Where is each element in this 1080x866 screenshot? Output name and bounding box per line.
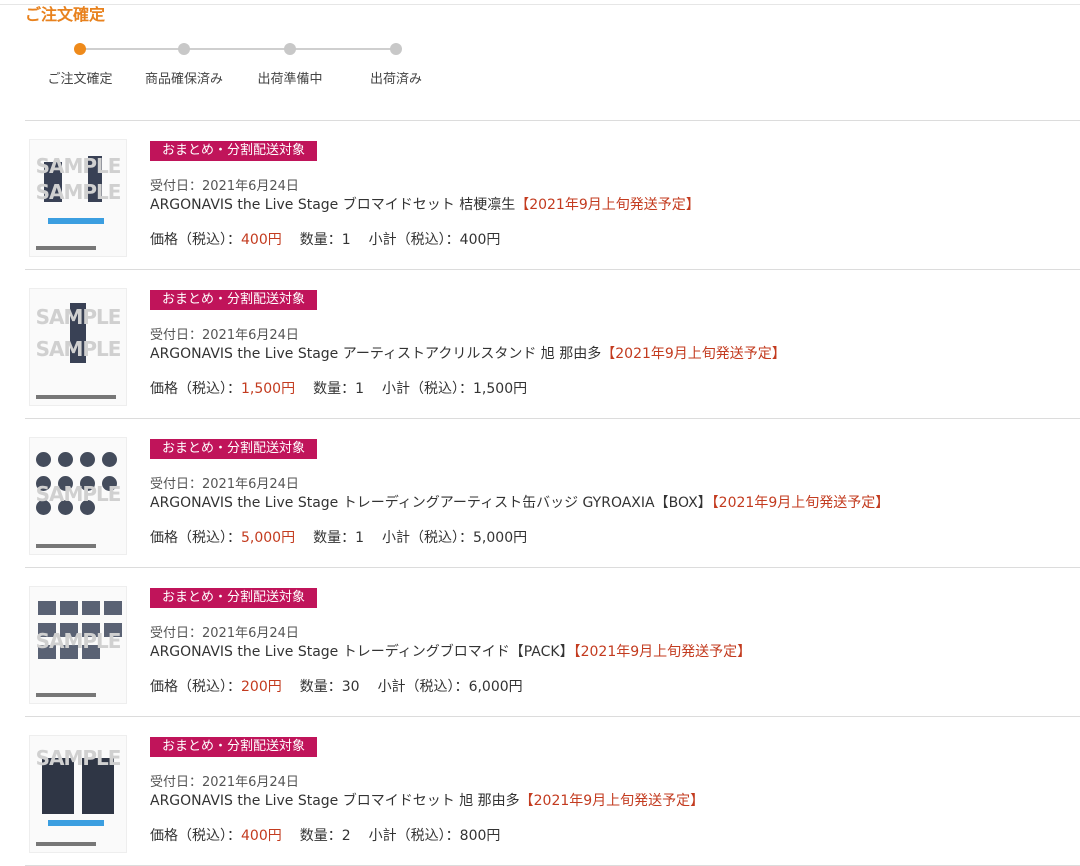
subtotal-value: 6,000円 xyxy=(468,679,523,695)
subtotal-value: 400円 xyxy=(459,232,501,248)
product-name[interactable]: ARGONAVIS the Live Stage アーティストアクリルスタンド … xyxy=(150,343,786,363)
subtotal-label: 小計（税込）： xyxy=(382,381,474,397)
price-label: 価格（税込）： xyxy=(150,530,241,546)
step-label: 出荷準備中 xyxy=(257,72,323,87)
subtotal-value: 800円 xyxy=(459,828,501,844)
price-row: 価格（税込）：5,000円 数量：1 小計（税込）：5,000円 xyxy=(150,527,527,547)
subtotal-value: 1,500円 xyxy=(473,381,528,397)
order-item: SAMPLE SAMPLE おまとめ・分割配送対象 受付日：2021年6月24日… xyxy=(25,120,1080,269)
qty-label: 数量： xyxy=(299,679,342,695)
price-label: 価格（税込）： xyxy=(150,828,241,844)
product-name[interactable]: ARGONAVIS the Live Stage ブロマイドセット 旭 那由多【… xyxy=(150,790,704,810)
qty-value: 1 xyxy=(355,530,365,546)
step-label: ご注文確定 xyxy=(47,72,113,87)
bundle-shipping-badge: おまとめ・分割配送対象 xyxy=(150,290,318,310)
sample-watermark: SAMPLE xyxy=(35,746,122,770)
product-thumbnail[interactable]: SAMPLE xyxy=(29,437,127,555)
order-item: SAMPLE SAMPLE おまとめ・分割配送対象 受付日：2021年6月24日… xyxy=(25,269,1080,418)
product-name[interactable]: ARGONAVIS the Live Stage トレーディングブロマイド【PA… xyxy=(150,641,751,661)
price-label: 価格（税込）： xyxy=(150,679,241,695)
qty-value: 1 xyxy=(355,381,365,397)
product-title[interactable]: ARGONAVIS the Live Stage アーティストアクリルスタンド … xyxy=(150,346,601,362)
product-title[interactable]: ARGONAVIS the Live Stage ブロマイドセット 桔梗凛生 xyxy=(150,197,515,213)
order-item: SAMPLE おまとめ・分割配送対象 受付日：2021年6月24日 ARGONA… xyxy=(25,567,1080,716)
bundle-shipping-badge: おまとめ・分割配送対象 xyxy=(150,141,318,161)
product-title[interactable]: ARGONAVIS the Live Stage トレーディングアーティスト缶バ… xyxy=(150,495,712,511)
price-label: 価格（税込）： xyxy=(150,381,241,397)
price-value: 200円 xyxy=(241,679,282,695)
step-label: 出荷済み xyxy=(369,72,422,87)
subtotal-label: 小計（税込）： xyxy=(368,232,460,248)
qty-label: 数量： xyxy=(299,232,342,248)
price-row: 価格（税込）：400円 数量：2 小計（税込）：800円 xyxy=(150,825,500,845)
order-date: 受付日：2021年6月24日 xyxy=(150,477,299,492)
price-row: 価格（税込）：400円 数量：1 小計（税込）：400円 xyxy=(150,229,500,249)
step-label: 商品確保済み xyxy=(144,72,223,87)
price-row: 価格（税込）：1,500円 数量：1 小計（税込）：1,500円 xyxy=(150,378,527,398)
bundle-shipping-badge: おまとめ・分割配送対象 xyxy=(150,588,318,608)
order-date: 受付日：2021年6月24日 xyxy=(150,775,299,790)
subtotal-label: 小計（税込）： xyxy=(377,679,469,695)
order-date: 受付日：2021年6月24日 xyxy=(150,179,299,194)
subtotal-value: 5,000円 xyxy=(473,530,528,546)
step-shipped: 出荷済み xyxy=(356,40,436,87)
sample-watermark: SAMPLE xyxy=(35,180,122,204)
product-thumbnail[interactable]: SAMPLE xyxy=(29,735,127,853)
top-divider xyxy=(0,4,1080,5)
bundle-shipping-badge: おまとめ・分割配送対象 xyxy=(150,737,318,757)
qty-value: 30 xyxy=(341,679,360,695)
order-item-list: SAMPLE SAMPLE おまとめ・分割配送対象 受付日：2021年6月24日… xyxy=(25,120,1080,866)
step-order-confirmed: ご注文確定 xyxy=(40,40,120,87)
sample-watermark: SAMPLE xyxy=(35,482,122,506)
step-dot xyxy=(390,43,402,55)
shipping-schedule: 【2021年9月上旬発送予定】 xyxy=(601,346,786,362)
shipping-schedule: 【2021年9月上旬発送予定】 xyxy=(711,495,890,511)
subtotal-label: 小計（税込）： xyxy=(382,530,474,546)
qty-value: 1 xyxy=(341,232,351,248)
shipping-schedule: 【2021年9月上旬発送予定】 xyxy=(519,793,705,809)
qty-label: 数量： xyxy=(313,530,356,546)
step-preparing-shipment: 出荷準備中 xyxy=(250,40,330,87)
order-item: SAMPLE おまとめ・分割配送対象 受付日：2021年6月24日 ARGONA… xyxy=(25,418,1080,567)
price-value: 1,500円 xyxy=(241,381,296,397)
price-row: 価格（税込）：200円 数量：30 小計（税込）：6,000円 xyxy=(150,676,523,696)
product-thumbnail[interactable]: SAMPLE SAMPLE xyxy=(29,139,127,257)
price-value: 400円 xyxy=(241,232,282,248)
step-dot xyxy=(74,43,86,55)
product-thumbnail[interactable]: SAMPLE SAMPLE xyxy=(29,288,127,406)
product-title[interactable]: ARGONAVIS the Live Stage ブロマイドセット 旭 那由多 xyxy=(150,793,520,809)
step-dot xyxy=(284,43,296,55)
price-value: 5,000円 xyxy=(241,530,296,546)
product-thumbnail[interactable]: SAMPLE xyxy=(29,586,127,704)
price-label: 価格（税込）： xyxy=(150,232,241,248)
step-item-reserved: 商品確保済み xyxy=(144,40,224,87)
order-status-stepper: ご注文確定 商品確保済み 出荷準備中 出荷済み xyxy=(40,40,440,90)
product-name[interactable]: ARGONAVIS the Live Stage トレーディングアーティスト缶バ… xyxy=(150,492,889,512)
subtotal-label: 小計（税込）： xyxy=(368,828,460,844)
product-name[interactable]: ARGONAVIS the Live Stage ブロマイドセット 桔梗凛生【2… xyxy=(150,194,700,214)
qty-label: 数量： xyxy=(299,828,342,844)
price-value: 400円 xyxy=(241,828,282,844)
stepper-line xyxy=(78,48,398,50)
qty-value: 2 xyxy=(341,828,351,844)
order-date: 受付日：2021年6月24日 xyxy=(150,328,299,343)
page-title: ご注文確定 xyxy=(25,5,106,24)
shipping-schedule: 【2021年9月上旬発送予定】 xyxy=(573,644,752,660)
shipping-schedule: 【2021年9月上旬発送予定】 xyxy=(515,197,700,213)
qty-label: 数量： xyxy=(313,381,356,397)
step-dot xyxy=(178,43,190,55)
order-date: 受付日：2021年6月24日 xyxy=(150,626,299,641)
sample-watermark: SAMPLE xyxy=(35,337,122,361)
bundle-shipping-badge: おまとめ・分割配送対象 xyxy=(150,439,318,459)
sample-watermark: SAMPLE xyxy=(35,629,122,653)
sample-watermark: SAMPLE xyxy=(35,305,122,329)
order-item: SAMPLE おまとめ・分割配送対象 受付日：2021年6月24日 ARGONA… xyxy=(25,716,1080,865)
product-title[interactable]: ARGONAVIS the Live Stage トレーディングブロマイド【PA… xyxy=(150,644,574,660)
sample-watermark: SAMPLE xyxy=(35,154,122,178)
